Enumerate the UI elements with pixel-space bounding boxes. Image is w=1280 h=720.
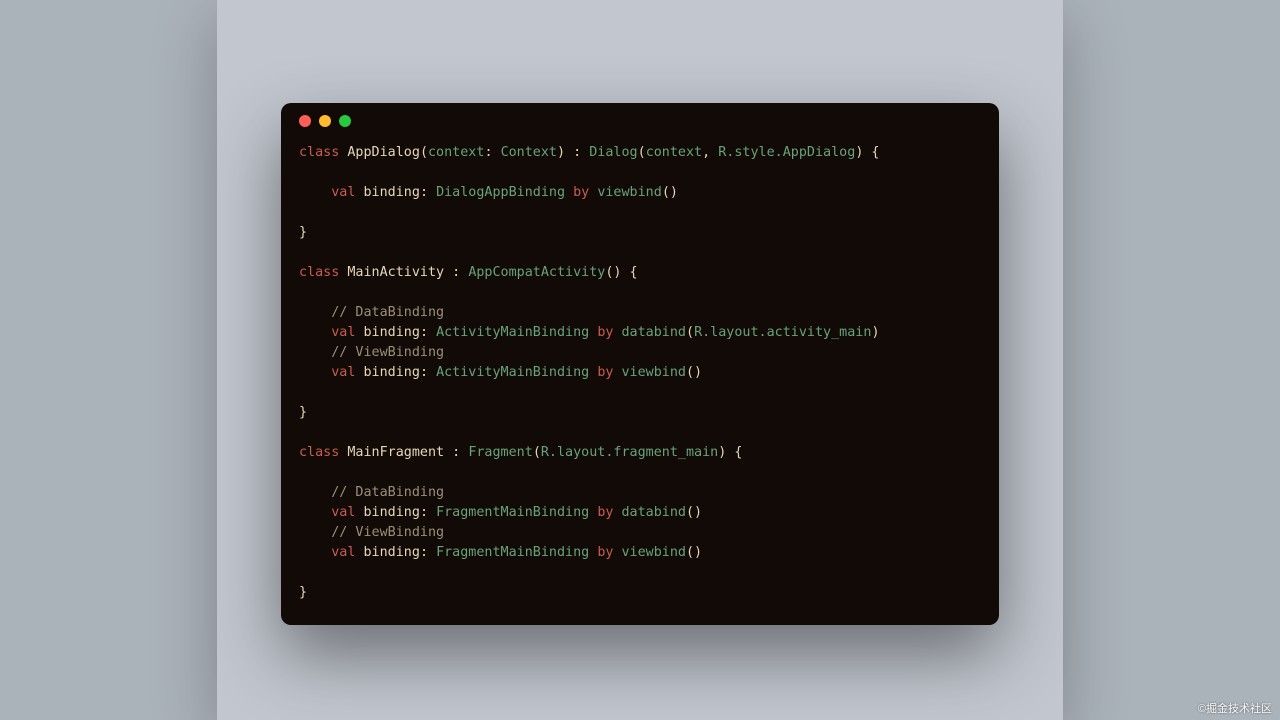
comment-databinding: // DataBinding [331,305,444,320]
minimize-icon[interactable] [319,115,331,127]
type-FragmentMainBinding: FragmentMainBinding [436,545,589,560]
close-icon[interactable] [299,115,311,127]
type-ActivityMainBinding: ActivityMainBinding [436,325,589,340]
kw-by: by [597,545,613,560]
arg-context: context [646,145,702,160]
kw-by: by [597,325,613,340]
kw-val: val [331,185,355,200]
arg-R-style-AppDialog: R.style.AppDialog [718,145,855,160]
fn-viewbind: viewbind [622,545,687,560]
kw-val: val [331,505,355,520]
comment-viewbinding: // ViewBinding [331,345,444,360]
kw-val: val [331,545,355,560]
fn-viewbind: viewbind [622,365,687,380]
kw-by: by [597,505,613,520]
code-block: class AppDialog(context: Context) : Dial… [281,139,999,625]
param-context: context [428,145,484,160]
type-Fragment: Fragment [468,445,533,460]
watermark: ©掘金技术社区 [1198,700,1272,716]
fn-viewbind: viewbind [597,185,662,200]
kw-by: by [573,185,589,200]
id-binding: binding [364,365,420,380]
type-ActivityMainBinding: ActivityMainBinding [436,365,589,380]
kw-val: val [331,365,355,380]
type-Context: Context [501,145,557,160]
window-titlebar [281,103,999,139]
arg-R-layout-fragment-main: R.layout.fragment_main [541,445,718,460]
comment-viewbinding: // ViewBinding [331,525,444,540]
id-AppDialog: AppDialog [347,145,420,160]
id-binding: binding [364,325,420,340]
kw-class: class [299,445,339,460]
id-binding: binding [364,545,420,560]
comment-databinding: // DataBinding [331,485,444,500]
maximize-icon[interactable] [339,115,351,127]
type-Dialog: Dialog [589,145,637,160]
id-binding: binding [364,505,420,520]
id-MainFragment: MainFragment [347,445,444,460]
code-window: class AppDialog(context: Context) : Dial… [281,103,999,625]
panel-backdrop: class AppDialog(context: Context) : Dial… [217,0,1063,720]
kw-val: val [331,325,355,340]
kw-by: by [597,365,613,380]
page-root: class AppDialog(context: Context) : Dial… [0,0,1280,720]
fn-databind: databind [622,325,687,340]
type-FragmentMainBinding: FragmentMainBinding [436,505,589,520]
id-binding: binding [364,185,420,200]
kw-class: class [299,265,339,280]
type-AppCompatActivity: AppCompatActivity [468,265,605,280]
id-MainActivity: MainActivity [347,265,444,280]
type-DialogAppBinding: DialogAppBinding [436,185,565,200]
fn-databind: databind [622,505,687,520]
kw-class: class [299,145,339,160]
arg-R-layout-activity-main: R.layout.activity_main [694,325,871,340]
